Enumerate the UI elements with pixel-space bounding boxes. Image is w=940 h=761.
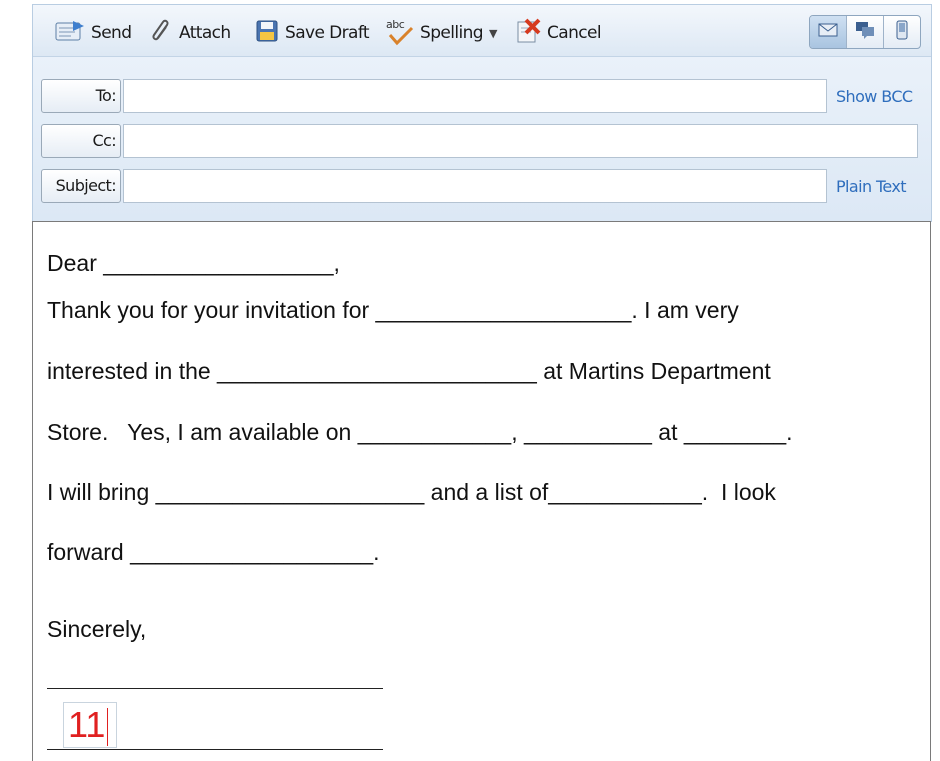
- save-draft-label: Save Draft: [285, 23, 370, 43]
- compose-toolbar: Send Attach Save Draft abc Spelling ▼ Ca…: [33, 5, 931, 57]
- chat-bubbles-icon: [855, 21, 875, 44]
- phone-icon: [896, 20, 908, 45]
- send-icon: [55, 20, 85, 47]
- letter-line-greeting: Dear __________________,: [47, 250, 340, 276]
- text-cursor: [107, 708, 109, 747]
- phone-view-button[interactable]: [884, 16, 920, 48]
- spelling-dropdown[interactable]: abc Spelling ▼: [386, 18, 497, 47]
- cc-input[interactable]: [123, 124, 918, 158]
- message-view-button[interactable]: [810, 16, 847, 48]
- save-disk-icon: [255, 19, 279, 48]
- page-number-badge: 11: [63, 702, 117, 748]
- letter-closing: Sincerely,: [47, 616, 147, 642]
- send-button[interactable]: Send: [55, 19, 132, 47]
- subject-input[interactable]: [123, 169, 827, 203]
- signature-line: [47, 688, 383, 689]
- cc-button[interactable]: Cc:: [41, 124, 121, 158]
- attach-label: Attach: [179, 23, 231, 43]
- paperclip-icon: [151, 19, 173, 48]
- letter-line-1: Thank you for your invitation for ______…: [47, 297, 739, 323]
- plain-text-link[interactable]: Plain Text: [836, 177, 907, 196]
- cancel-icon: [515, 18, 541, 49]
- spelling-label: Spelling: [420, 23, 484, 43]
- send-label: Send: [91, 23, 132, 43]
- view-toggle-group: [809, 15, 921, 49]
- letter-line-4: I will bring _____________________ and a…: [47, 479, 776, 505]
- subject-label: Subject:: [41, 169, 121, 203]
- show-bcc-link[interactable]: Show BCC: [836, 87, 913, 106]
- cancel-label: Cancel: [547, 23, 602, 43]
- message-body-editor[interactable]: Dear __________________, Thank you for y…: [32, 221, 931, 761]
- save-draft-button[interactable]: Save Draft: [255, 19, 370, 48]
- cancel-button[interactable]: Cancel: [515, 18, 602, 49]
- letter-line-5: forward ___________________.: [47, 539, 380, 565]
- to-button[interactable]: To:: [41, 79, 121, 113]
- chevron-down-icon: ▼: [488, 26, 497, 40]
- compose-header: Send Attach Save Draft abc Spelling ▼ Ca…: [32, 4, 932, 222]
- letter-line-2: interested in the ______________________…: [47, 358, 771, 384]
- printed-name-line: [47, 749, 383, 750]
- chat-view-button[interactable]: [847, 16, 884, 48]
- page-number: 11: [68, 704, 106, 745]
- subject-row: Subject:: [41, 169, 827, 203]
- attach-button[interactable]: Attach: [151, 19, 231, 47]
- letter-line-3: Store. Yes, I am available on __________…: [47, 419, 793, 445]
- cc-row: Cc:: [41, 124, 918, 158]
- envelope-icon: [818, 22, 838, 43]
- spell-check-icon: abc: [386, 18, 414, 46]
- to-input[interactable]: [123, 79, 827, 113]
- to-row: To:: [41, 79, 827, 113]
